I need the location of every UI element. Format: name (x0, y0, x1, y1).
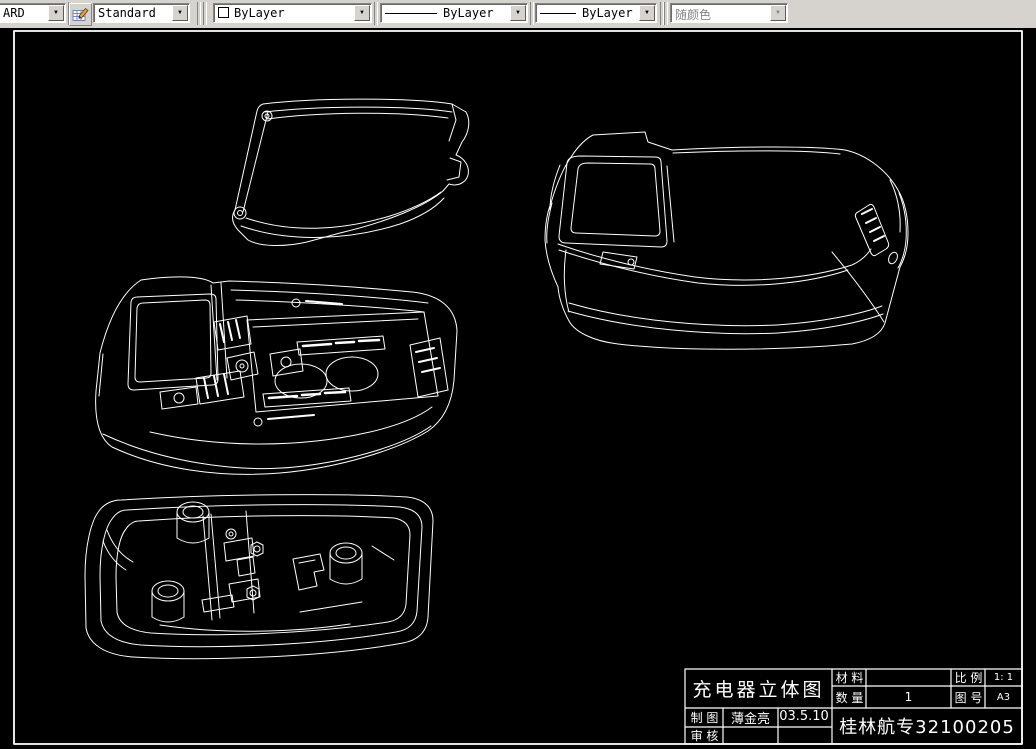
titleblock-material-label: 材 料 (835, 671, 864, 685)
view-bottom-base (84, 494, 434, 660)
style-combo[interactable]: ARD ▼ (0, 3, 66, 23)
chevron-down-icon[interactable]: ▼ (639, 5, 655, 21)
cad-window: ARD ▼ Standard ▼ ByLayer ▼ ByLayer ▼ ByL… (0, 0, 1036, 749)
chevron-down-icon[interactable]: ▼ (48, 5, 64, 21)
toolbar-separator (374, 2, 378, 25)
text-style-table-pencil-icon (72, 7, 89, 21)
titleblock-sheet-label: 图 号 (954, 690, 983, 705)
lineweight-sample-icon (540, 13, 576, 14)
plot-style-combo-value: 随颜色 (675, 8, 712, 22)
color-combo-value: ByLayer (234, 6, 285, 20)
titleblock-drawn-date: 03.5.10 (779, 709, 829, 724)
chevron-down-icon[interactable]: ▼ (354, 5, 370, 21)
linetype-combo-value: ByLayer (443, 6, 494, 20)
properties-toolbar: ARD ▼ Standard ▼ ByLayer ▼ ByLayer ▼ ByL… (0, 0, 1036, 29)
text-style-combo-value: Standard (98, 6, 156, 20)
toolbar-separator (203, 2, 207, 25)
color-combo[interactable]: ByLayer ▼ (213, 3, 372, 23)
titleblock-org-number: 桂林航专32100205 (839, 717, 1015, 738)
lineweight-combo-value: ByLayer (582, 6, 633, 20)
linetype-combo[interactable]: ByLayer ▼ (380, 3, 528, 23)
lineweight-combo[interactable]: ByLayer ▼ (535, 3, 657, 23)
titleblock-scale-value: 1: 1 (993, 672, 1014, 683)
toolbar-separator (530, 2, 534, 25)
titleblock-sheet-value: A3 (996, 691, 1011, 703)
chevron-down-icon: ▼ (770, 5, 786, 21)
view-main-body (95, 276, 458, 475)
titleblock-quantity-value: 1 (904, 690, 913, 704)
color-swatch-icon (218, 7, 229, 18)
titleblock-drawing-title: 充电器立体图 (692, 679, 825, 701)
text-style-combo[interactable]: Standard ▼ (93, 3, 190, 23)
style-combo-value: ARD (3, 6, 25, 20)
chevron-down-icon[interactable]: ▼ (510, 5, 526, 21)
text-style-button[interactable] (69, 3, 92, 26)
titleblock-quantity-label: 数 量 (835, 690, 864, 705)
drawing-canvas[interactable] (0, 28, 1036, 749)
toolbar-separator (664, 2, 668, 25)
view-assembled (544, 131, 909, 350)
chevron-down-icon[interactable]: ▼ (172, 5, 188, 21)
titleblock-drawn-name: 薄金亮 (730, 712, 770, 727)
titleblock-scale-label: 比 例 (954, 671, 983, 685)
titleblock-checked-label: 审 核 (690, 729, 719, 743)
linetype-sample-icon (385, 13, 437, 14)
toolbar-separator (197, 2, 201, 25)
titleblock-drawn-label: 制 图 (690, 711, 719, 725)
view-top-cover (232, 98, 470, 246)
plot-style-combo: 随颜色 ▼ (670, 3, 788, 23)
